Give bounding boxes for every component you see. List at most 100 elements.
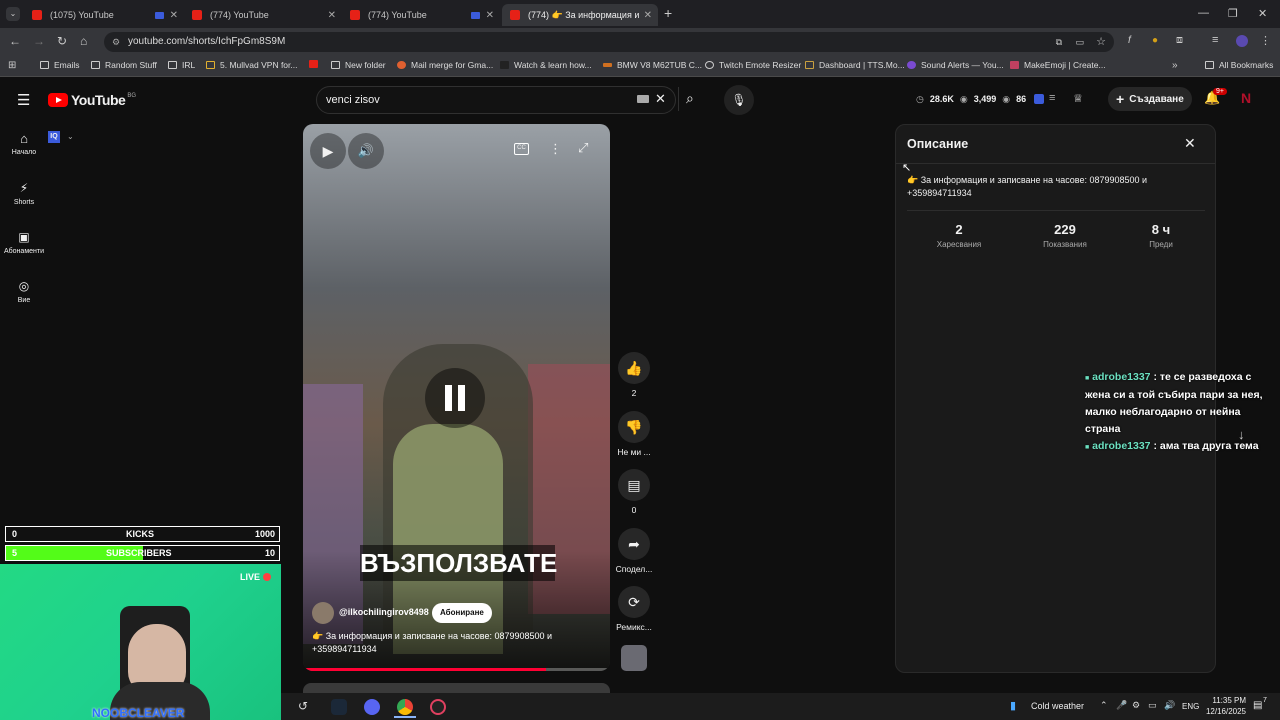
voice-search-icon[interactable]: 🎙 xyxy=(724,85,754,115)
steam-icon[interactable] xyxy=(331,699,347,715)
tray-app-icon[interactable]: ⚙ xyxy=(1132,700,1140,711)
back-icon[interactable]: ← xyxy=(9,34,21,48)
bookmark-mail-merge[interactable]: Mail merge for Gma... xyxy=(397,60,493,70)
profile-avatar[interactable] xyxy=(1236,35,1248,47)
cast-icon[interactable]: ▭ xyxy=(1075,32,1084,52)
extensions-puzzle-icon[interactable]: ⧈ xyxy=(1176,34,1183,47)
bookmark-watch-learn[interactable]: Watch & learn how... xyxy=(500,60,592,70)
tab-2[interactable]: (774) YouTube ✕ xyxy=(184,4,342,26)
apps-grid-icon[interactable]: ⊞ xyxy=(8,60,16,71)
bookmark-dashboard-tts[interactable]: Dashboard | TTS.Mo... xyxy=(805,60,905,70)
subscribe-button[interactable]: Абониране xyxy=(432,603,492,623)
tab-3[interactable]: (774) YouTube ✕ xyxy=(342,4,500,26)
bookmark-youtube[interactable] xyxy=(309,60,323,68)
description-text: 👉 За информация и записване на часове: 0… xyxy=(907,175,1148,198)
bookmark-irl[interactable]: IRL xyxy=(168,60,195,70)
taskbar-app-icon[interactable]: ↺ xyxy=(298,699,314,715)
sidebar-item-you[interactable]: ◎ Вие xyxy=(0,279,48,304)
omnibox[interactable]: ⚙ youtube.com/shorts/IchFpGm8S9M ☆ ▭ ⧉ xyxy=(104,32,1114,52)
more-options-icon[interactable]: ⋮ xyxy=(549,141,562,157)
chrome-icon[interactable] xyxy=(397,699,413,715)
like-button[interactable]: 👍 2 xyxy=(618,352,650,398)
play-icon[interactable]: ▶ xyxy=(310,133,346,169)
sound-thumbnail[interactable] xyxy=(621,645,647,671)
bookmark-sound-alerts[interactable]: Sound Alerts — You... xyxy=(907,60,1004,70)
forward-icon[interactable]: → xyxy=(33,34,45,48)
extension-fx-icon[interactable]: f xyxy=(1128,35,1131,46)
search-input[interactable] xyxy=(326,92,606,108)
channel-handle[interactable]: @ilkochilingirov8498 xyxy=(339,607,429,617)
minimize-icon[interactable]: — xyxy=(1198,7,1209,19)
close-tab-icon[interactable]: ✕ xyxy=(644,10,652,21)
all-bookmarks[interactable]: All Bookmarks xyxy=(1205,60,1273,70)
sidebar-item-shorts[interactable]: ⚡ Shorts xyxy=(0,181,48,206)
reload-icon[interactable]: ↻ xyxy=(57,34,67,48)
translate-icon[interactable]: ⧉ xyxy=(1056,32,1062,52)
close-panel-icon[interactable]: ✕ xyxy=(1184,135,1196,152)
dislike-button[interactable]: 👎 Не ми ... xyxy=(614,411,654,457)
trophy-icon[interactable]: ♕ xyxy=(1073,92,1083,105)
queue-icon[interactable]: ≡ xyxy=(1049,92,1055,104)
extension-icon[interactable] xyxy=(1034,94,1044,104)
volume-icon[interactable]: 🔊 xyxy=(348,133,384,169)
tab-4-active[interactable]: (774) 👉 За информация и ✕ xyxy=(502,4,658,26)
new-tab-button[interactable]: + xyxy=(664,5,672,21)
video-title[interactable]: 👉 За информация и записване на часове: 0… xyxy=(312,630,582,656)
subscriptions-icon: ▣ xyxy=(18,230,30,244)
remix-button[interactable]: ⟳ Ремикс... xyxy=(613,586,655,632)
media-controls-icon[interactable]: ≡ xyxy=(1212,34,1218,46)
account-avatar[interactable]: N xyxy=(1241,90,1251,106)
comments-button[interactable]: ▤ 0 xyxy=(618,469,650,515)
close-tab-icon[interactable]: ✕ xyxy=(170,10,178,21)
youtube-logo[interactable]: YouTube BG xyxy=(48,92,136,108)
close-window-icon[interactable]: ✕ xyxy=(1258,7,1267,20)
channel-chip[interactable]: IQ xyxy=(48,131,60,143)
share-button[interactable]: ➦ Сподел... xyxy=(613,528,655,574)
bookmark-makeemoji[interactable]: MakeEmoji | Create... xyxy=(1010,60,1106,70)
tab-search-button[interactable]: ⌄ xyxy=(6,7,20,21)
search-icon[interactable]: ⌕ xyxy=(686,90,694,107)
notification-center-icon[interactable]: ▤ xyxy=(1253,700,1262,711)
language-indicator[interactable]: ENG xyxy=(1182,702,1199,711)
video-progress-track[interactable] xyxy=(303,668,610,671)
bookmark-mullvad[interactable]: 5. Mullvad VPN for... xyxy=(206,60,297,70)
bookmark-twitch-emote[interactable]: Twitch Emote Resizer xyxy=(705,60,801,70)
fullscreen-icon[interactable]: ⤢ xyxy=(578,140,588,156)
weather-text[interactable]: Cold weather xyxy=(1031,701,1084,711)
bookmark-emails[interactable]: Emails xyxy=(40,60,80,70)
scroll-down-arrow-icon[interactable]: ↓ xyxy=(1238,427,1245,442)
discord-icon[interactable] xyxy=(364,699,380,715)
mail-merge-icon xyxy=(397,61,406,69)
network-icon[interactable]: ▭ xyxy=(1148,700,1157,711)
bookmark-star-icon[interactable]: ☆ xyxy=(1096,32,1106,52)
home-browser-icon[interactable]: ⌂ xyxy=(80,34,87,48)
close-tab-icon[interactable]: ✕ xyxy=(328,10,336,21)
pause-bar xyxy=(445,385,452,411)
browser-menu-icon[interactable]: ⋮ xyxy=(1260,34,1271,47)
create-button[interactable]: + Създаване xyxy=(1108,87,1192,111)
keyboard-icon[interactable] xyxy=(637,95,649,103)
extension-icon[interactable]: ● xyxy=(1152,35,1158,46)
clock[interactable]: 11:35 PM 12/16/2025 xyxy=(1198,695,1246,717)
pause-overlay-icon[interactable] xyxy=(425,368,485,428)
chevron-down-icon[interactable]: ⌄ xyxy=(67,132,74,141)
mic-icon[interactable]: 🎤 xyxy=(1116,700,1127,711)
pause-bar xyxy=(458,385,465,411)
bookmark-new-folder[interactable]: New folder xyxy=(331,60,386,70)
obs-icon[interactable] xyxy=(430,699,446,715)
tray-chevron-icon[interactable]: ⌃ xyxy=(1100,700,1108,711)
speaker-icon[interactable]: 🔊 xyxy=(1164,700,1175,711)
captions-icon[interactable]: CC xyxy=(514,143,529,155)
close-tab-icon[interactable]: ✕ xyxy=(486,10,494,21)
bookmark-random-stuff[interactable]: Random Stuff xyxy=(91,60,157,70)
channel-avatar[interactable] xyxy=(312,602,334,624)
sidebar-item-home[interactable]: ⌂ Начало xyxy=(0,131,48,156)
clear-search-icon[interactable]: ✕ xyxy=(655,91,666,107)
more-bookmarks-icon[interactable]: » xyxy=(1172,60,1178,71)
tab-1[interactable]: (1075) YouTube ✕ xyxy=(24,4,184,26)
hamburger-menu-icon[interactable]: ☰ xyxy=(17,91,30,109)
site-info-icon[interactable]: ⚙ xyxy=(112,32,120,52)
restore-icon[interactable]: ❐ xyxy=(1228,7,1238,20)
sidebar-item-subscriptions[interactable]: ▣ Абонаменти xyxy=(0,230,48,255)
bookmark-bmw[interactable]: BMW V8 M62TUB C... xyxy=(603,60,702,70)
